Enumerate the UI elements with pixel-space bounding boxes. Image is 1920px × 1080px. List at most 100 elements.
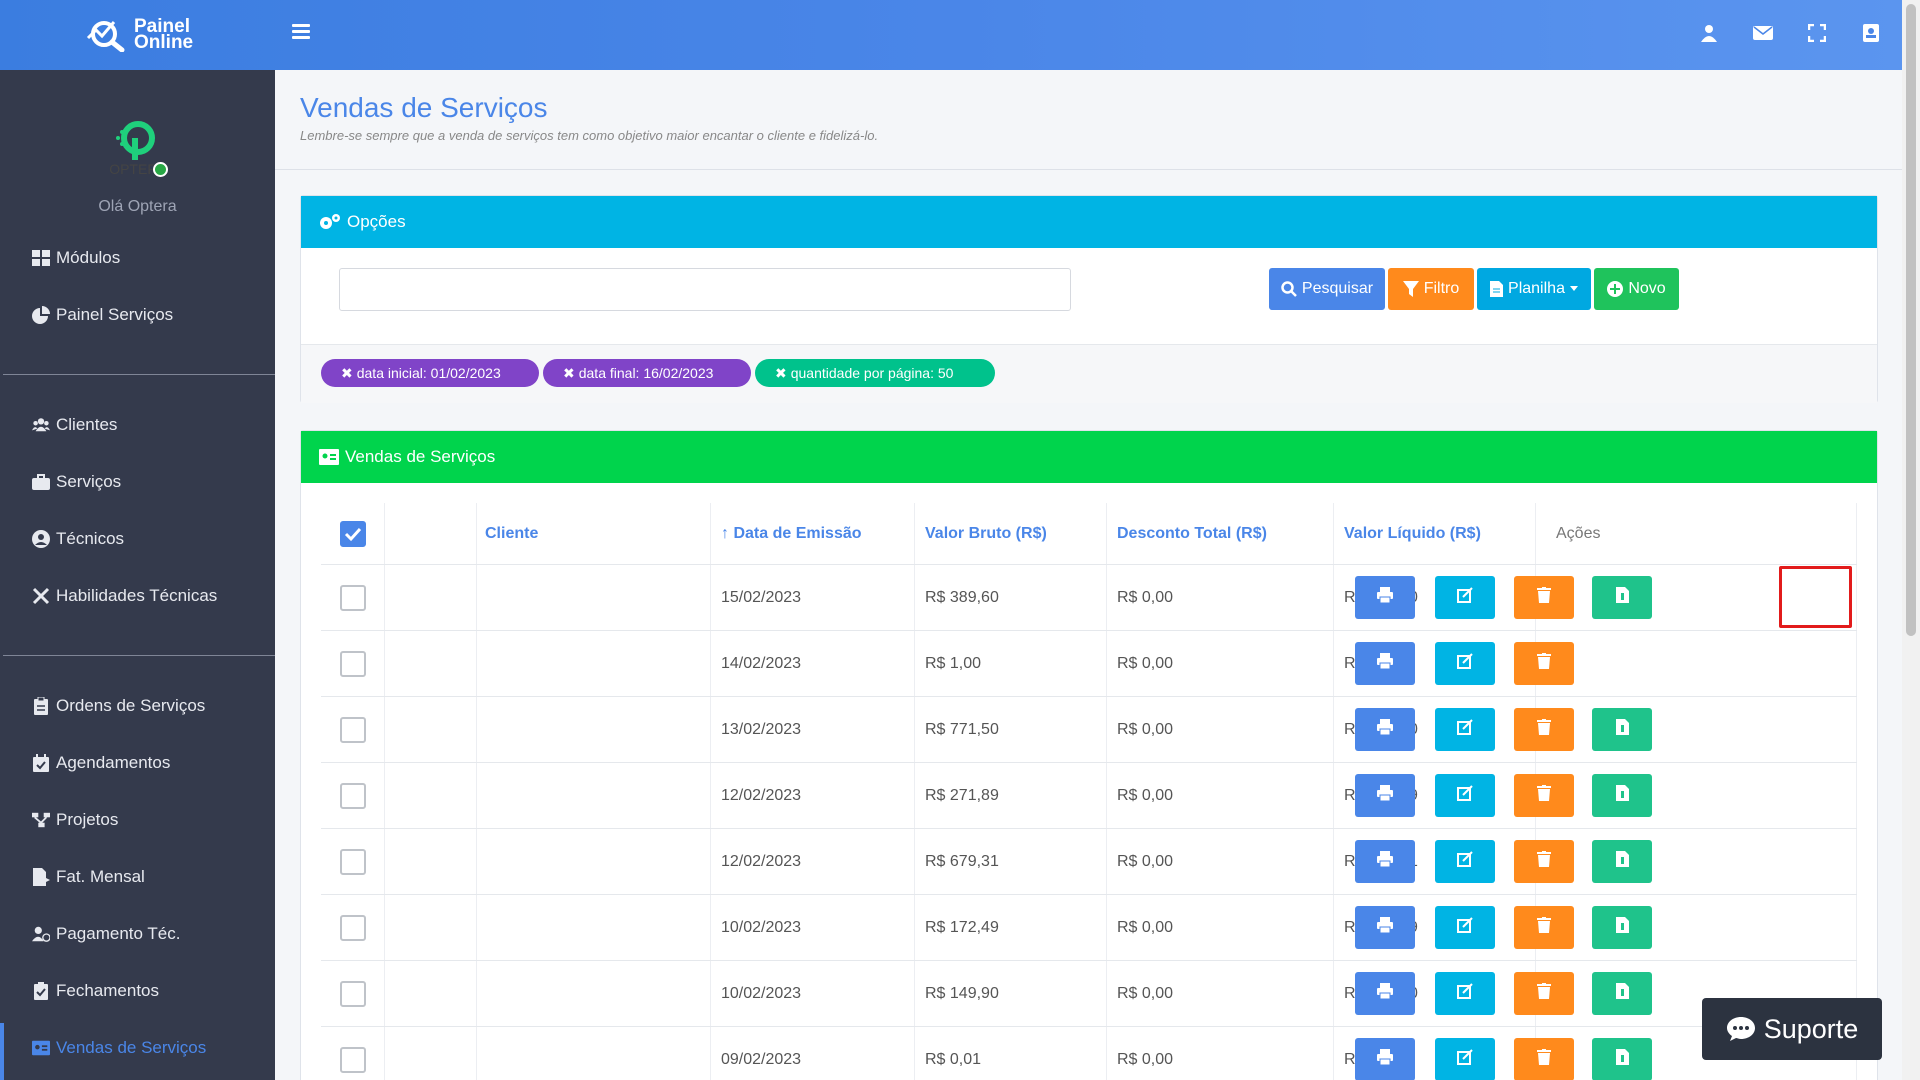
edit-button[interactable] — [1435, 708, 1495, 751]
invoice-document-button[interactable] — [1592, 840, 1652, 883]
page-scrollbar[interactable] — [1902, 0, 1920, 1080]
column-header-data-emissao[interactable]: ↑ Data de Emissão — [721, 525, 862, 543]
edit-button[interactable] — [1435, 972, 1495, 1015]
row-checkbox[interactable] — [340, 717, 366, 743]
print-button[interactable] — [1355, 708, 1415, 751]
trash-icon — [1537, 851, 1551, 872]
envelope-icon[interactable] — [1752, 22, 1774, 44]
sidebar-item-projetos[interactable]: Projetos — [32, 810, 118, 830]
print-button[interactable] — [1355, 1038, 1415, 1080]
cell-data-emissao: 13/02/2023 — [721, 721, 802, 738]
user-greeting: Olá Optera — [98, 198, 177, 215]
close-icon[interactable]: ✖ — [563, 365, 575, 382]
filter-chip-end-date[interactable]: ✖ data final: 16/02/2023 — [543, 359, 751, 387]
edit-icon — [1457, 719, 1473, 740]
sidebar-item-modulos[interactable]: Módulos — [32, 248, 120, 268]
menu-toggle-icon[interactable] — [292, 24, 310, 42]
delete-button[interactable] — [1514, 576, 1574, 619]
delete-button[interactable] — [1514, 774, 1574, 817]
column-header-valor-bruto[interactable]: Valor Bruto (R$) — [925, 525, 1047, 543]
row-checkbox[interactable] — [340, 585, 366, 611]
print-button[interactable] — [1355, 906, 1415, 949]
sidebar-divider — [3, 655, 275, 656]
delete-button[interactable] — [1514, 1038, 1574, 1080]
delete-button[interactable] — [1514, 708, 1574, 751]
clipboard-icon — [34, 697, 48, 715]
contact-book-icon[interactable] — [1860, 22, 1882, 44]
user-icon[interactable] — [1698, 22, 1720, 44]
row-checkbox[interactable] — [340, 849, 366, 875]
fullscreen-icon[interactable] — [1806, 22, 1828, 44]
delete-button[interactable] — [1514, 906, 1574, 949]
cell-desconto-total: R$ 0,00 — [1117, 787, 1174, 804]
sidebar-item-clientes[interactable]: Clientes — [32, 415, 117, 435]
column-header-valor-liquido[interactable]: Valor Líquido (R$) — [1344, 525, 1481, 543]
delete-button[interactable] — [1514, 642, 1574, 685]
print-button[interactable] — [1355, 576, 1415, 619]
sidebar-item-label: Fechamentos — [56, 981, 159, 1000]
trash-icon — [1537, 1049, 1551, 1070]
edit-button[interactable] — [1435, 840, 1495, 883]
row-checkbox[interactable] — [340, 651, 366, 677]
close-icon[interactable]: ✖ — [341, 365, 353, 382]
sidebar-item-ordens-de-servicos[interactable]: Ordens de Serviços — [32, 696, 205, 716]
edit-button[interactable] — [1435, 906, 1495, 949]
chat-bubble-icon — [1726, 1017, 1755, 1041]
plus-circle-icon — [1607, 281, 1624, 297]
spreadsheet-dropdown-button[interactable]: Planilha — [1477, 268, 1591, 310]
row-checkbox[interactable] — [340, 1047, 366, 1073]
filter-chip-page-size[interactable]: ✖ quantidade por página: 50 — [755, 359, 995, 387]
filter-button[interactable]: Filtro — [1388, 268, 1474, 310]
new-button[interactable]: Novo — [1594, 268, 1679, 310]
delete-button[interactable] — [1514, 840, 1574, 883]
print-button[interactable] — [1355, 972, 1415, 1015]
filter-chip-label: quantidade por página: 50 — [790, 365, 954, 381]
column-header-cliente[interactable]: Cliente — [485, 525, 538, 543]
sidebar-item-vendas-de-servicos[interactable]: Vendas de Serviços — [32, 1038, 206, 1058]
invoice-document-button[interactable] — [1592, 906, 1652, 949]
support-button[interactable]: Suporte — [1702, 998, 1882, 1060]
row-checkbox[interactable] — [340, 915, 366, 941]
print-icon — [1377, 719, 1393, 740]
brand-line-2: Online — [134, 32, 194, 53]
print-button[interactable] — [1355, 642, 1415, 685]
edit-button[interactable] — [1435, 576, 1495, 619]
sidebar-item-tecnicos[interactable]: Técnicos — [32, 529, 124, 549]
sidebar-item-servicos[interactable]: Serviços — [32, 472, 121, 492]
sidebar-item-label: Módulos — [56, 248, 121, 267]
sidebar-item-label: Projetos — [56, 810, 119, 829]
search-button[interactable]: Pesquisar — [1269, 268, 1385, 310]
search-input[interactable] — [339, 268, 1071, 311]
row-checkbox[interactable] — [340, 981, 366, 1007]
sidebar-item-agendamentos[interactable]: Agendamentos — [32, 753, 170, 773]
column-header-desconto-total[interactable]: Desconto Total (R$) — [1117, 525, 1267, 543]
print-button[interactable] — [1355, 774, 1415, 817]
delete-button[interactable] — [1514, 972, 1574, 1015]
select-all-checkbox[interactable] — [340, 521, 366, 547]
sidebar-item-fat-mensal[interactable]: Fat. Mensal — [32, 867, 145, 887]
active-filters: ✖ data inicial: 01/02/2023 ✖ data final:… — [301, 344, 1877, 403]
invoice-document-button[interactable] — [1592, 708, 1652, 751]
sidebar-item-habilidades-tecnicas[interactable]: Habilidades Técnicas — [32, 586, 217, 606]
sidebar-item-painel-servicos[interactable]: Painel Serviços — [32, 305, 173, 325]
brand-logo[interactable]: Painel Online — [84, 16, 202, 54]
sidebar-item-label: Pagamento Téc. — [56, 924, 181, 943]
invoice-document-button[interactable] — [1592, 972, 1652, 1015]
trash-icon — [1537, 917, 1551, 938]
close-icon[interactable]: ✖ — [775, 365, 787, 382]
sidebar-item-fechamentos[interactable]: Fechamentos — [32, 981, 159, 1001]
cell-valor-bruto: R$ 679,31 — [925, 853, 999, 870]
edit-button[interactable] — [1435, 1038, 1495, 1080]
invoice-document-button[interactable] — [1592, 576, 1652, 619]
print-icon — [1377, 785, 1393, 806]
row-checkbox[interactable] — [340, 783, 366, 809]
sidebar-item-pagamento-tec[interactable]: Pagamento Téc. — [32, 924, 180, 944]
table-row: 14/02/2023R$ 1,00R$ 0,00R$ 1,00 — [321, 631, 1857, 697]
edit-button[interactable] — [1435, 642, 1495, 685]
edit-button[interactable] — [1435, 774, 1495, 817]
invoice-document-button[interactable] — [1592, 774, 1652, 817]
print-button[interactable] — [1355, 840, 1415, 883]
filter-chip-start-date[interactable]: ✖ data inicial: 01/02/2023 — [321, 359, 539, 387]
scrollbar-thumb[interactable] — [1906, 4, 1916, 636]
invoice-document-button[interactable] — [1592, 1038, 1652, 1080]
